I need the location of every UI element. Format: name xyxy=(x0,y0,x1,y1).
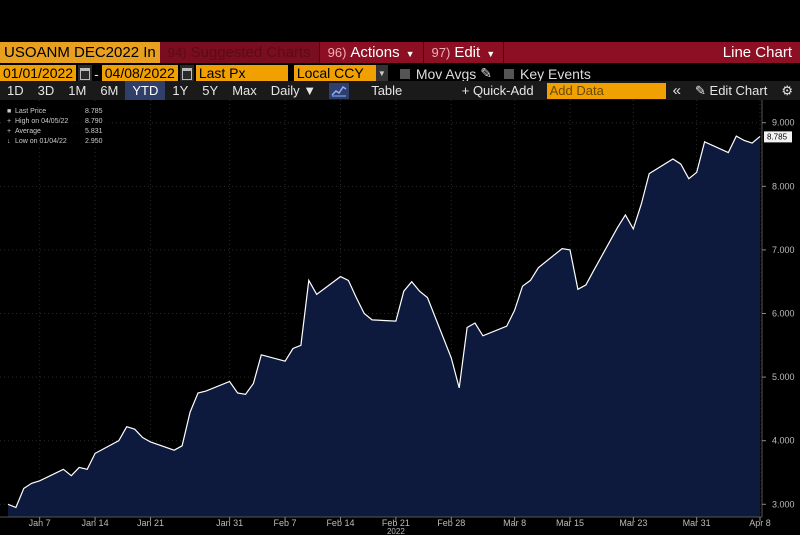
last-price-tag: 8.785 xyxy=(764,131,792,143)
range-button-1d[interactable]: 1D xyxy=(0,81,31,100)
frequency-select[interactable]: Daily ▼ xyxy=(264,81,323,100)
legend-marker: + xyxy=(7,128,11,135)
x-tick-label: Feb 28 xyxy=(437,518,465,528)
range-button-6m[interactable]: 6M xyxy=(93,81,125,100)
x-tick-label: Apr 8 xyxy=(749,518,771,528)
edit-chart-button[interactable]: ✎ Edit Chart xyxy=(688,81,774,100)
legend-value: 8.790 xyxy=(85,118,103,125)
legend-label: High on 04/05/22 xyxy=(15,118,68,125)
x-tick-label: Mar 15 xyxy=(556,518,584,528)
y-axis: 3.000 4.000 5.000 6.000 7.000 8.000 9.000 xyxy=(761,100,795,517)
calendar-icon[interactable] xyxy=(179,65,194,82)
x-axis-year-label: 2022 xyxy=(387,527,405,535)
legend-marker: + xyxy=(7,118,11,125)
key-events-checkbox[interactable] xyxy=(504,68,514,79)
x-tick-label: Jan 31 xyxy=(216,518,243,528)
legend-swatch: ■ xyxy=(7,108,11,115)
y-tick-label: 5.000 xyxy=(772,372,795,382)
y-tick-label: 8.000 xyxy=(772,181,795,191)
y-tick-label: 6.000 xyxy=(772,309,795,319)
range-button-5y[interactable]: 5Y xyxy=(195,81,225,100)
price-chart[interactable]: 3.000 4.000 5.000 6.000 7.000 8.000 9.000 Jan … xyxy=(0,100,800,535)
separator xyxy=(503,42,505,63)
x-tick-label: Mar 31 xyxy=(683,518,711,528)
legend-value: 2.950 xyxy=(85,138,103,145)
end-date-field[interactable]: 04/08/2022 xyxy=(101,65,178,82)
mov-avgs-checkbox[interactable] xyxy=(399,68,410,79)
range-button-3d[interactable]: 3D xyxy=(31,81,62,100)
security-ticker[interactable]: USOANM DEC2022 In xyxy=(0,42,160,63)
edit-label: Edit xyxy=(454,44,481,61)
x-tick-label: Mar 23 xyxy=(619,518,647,528)
x-tick-label: Jan 14 xyxy=(82,518,109,528)
range-buttons: 1D 3D 1M 6M YTD 1Y 5Y Max xyxy=(0,81,264,100)
x-axis: Jan 7 Jan 14 Jan 21 Jan 31 Feb 7 Feb 14 Feb 21… xyxy=(0,516,771,528)
collapse-icon[interactable]: « xyxy=(666,81,688,100)
edit-number: 97) xyxy=(431,45,451,60)
suggested-charts-number: 94) xyxy=(167,45,187,60)
suggested-charts-label: Suggested Charts xyxy=(190,44,311,61)
legend: ■ Last Price 8.785 + High on 04/05/22 8.790 + A… xyxy=(2,104,110,148)
range-button-1y[interactable]: 1Y xyxy=(165,81,195,100)
price-field-select[interactable]: Last Px xyxy=(195,65,288,82)
start-date-field[interactable]: 01/01/2022 xyxy=(0,65,77,82)
legend-marker: ↓ xyxy=(7,138,11,145)
pencil-icon[interactable]: ✎ xyxy=(480,65,492,82)
legend-value: 8.785 xyxy=(85,108,103,115)
title-bar: USOANM DEC2022 In 94) Suggested Charts 96… xyxy=(0,42,800,63)
chart-toolbar: 1D 3D 1M 6M YTD 1Y 5Y Max Daily ▼ Table + Quick… xyxy=(0,81,800,100)
frequency-label: Daily xyxy=(270,83,300,98)
range-button-max[interactable]: Max xyxy=(225,81,264,100)
calendar-icon[interactable] xyxy=(78,65,93,82)
y-tick-label: 9.000 xyxy=(772,118,795,128)
x-tick-label: Jan 21 xyxy=(137,518,164,528)
table-button[interactable]: Table xyxy=(355,81,418,100)
line-chart-icon[interactable] xyxy=(329,82,350,99)
y-tick-label: 7.000 xyxy=(772,245,795,255)
actions-button[interactable]: 96) Actions ▼ xyxy=(320,42,423,63)
date-dash: - xyxy=(94,65,99,82)
actions-label: Actions xyxy=(350,44,400,61)
top-band xyxy=(0,0,800,42)
range-button-1m[interactable]: 1M xyxy=(61,81,93,100)
triangle-down-icon: ▼ xyxy=(303,83,317,98)
last-price-tag-value: 8.785 xyxy=(767,132,788,141)
legend-label: Last Price xyxy=(15,108,46,115)
caret-down-icon: ▼ xyxy=(486,49,496,59)
settings-gear-icon[interactable]: ⚙ xyxy=(774,81,800,100)
y-tick-label: 3.000 xyxy=(772,499,795,509)
y-tick-label: 4.000 xyxy=(772,436,795,446)
x-tick-label: Mar 8 xyxy=(503,518,526,528)
mov-avgs-label: Mov Avgs xyxy=(415,65,477,82)
caret-down-icon: ▼ xyxy=(405,49,415,59)
x-tick-label: Jan 7 xyxy=(29,518,51,528)
pencil-icon: ✎ xyxy=(695,83,706,98)
quick-add-button[interactable]: + Quick-Add xyxy=(455,81,541,100)
x-tick-label: Feb 14 xyxy=(326,518,354,528)
add-data-input[interactable]: Add Data xyxy=(546,82,666,99)
legend-label: Average xyxy=(15,128,41,135)
edit-button[interactable]: 97) Edit ▼ xyxy=(424,42,504,63)
chart-type-title: Line Chart xyxy=(722,44,792,61)
suggested-charts-button[interactable]: 94) Suggested Charts xyxy=(159,42,319,63)
legend-value: 5.831 xyxy=(85,128,103,135)
currency-select[interactable]: Local CCY xyxy=(293,65,376,82)
chevron-down-icon[interactable]: ▼ xyxy=(375,65,388,82)
x-tick-label: Feb 7 xyxy=(274,518,297,528)
legend-label: Low on 01/04/22 xyxy=(15,138,67,145)
range-button-ytd[interactable]: YTD xyxy=(125,81,166,100)
actions-number: 96) xyxy=(327,45,347,60)
edit-chart-label: Edit Chart xyxy=(709,83,768,98)
key-events-label: Key Events xyxy=(520,65,591,82)
price-area-fill xyxy=(8,136,760,517)
